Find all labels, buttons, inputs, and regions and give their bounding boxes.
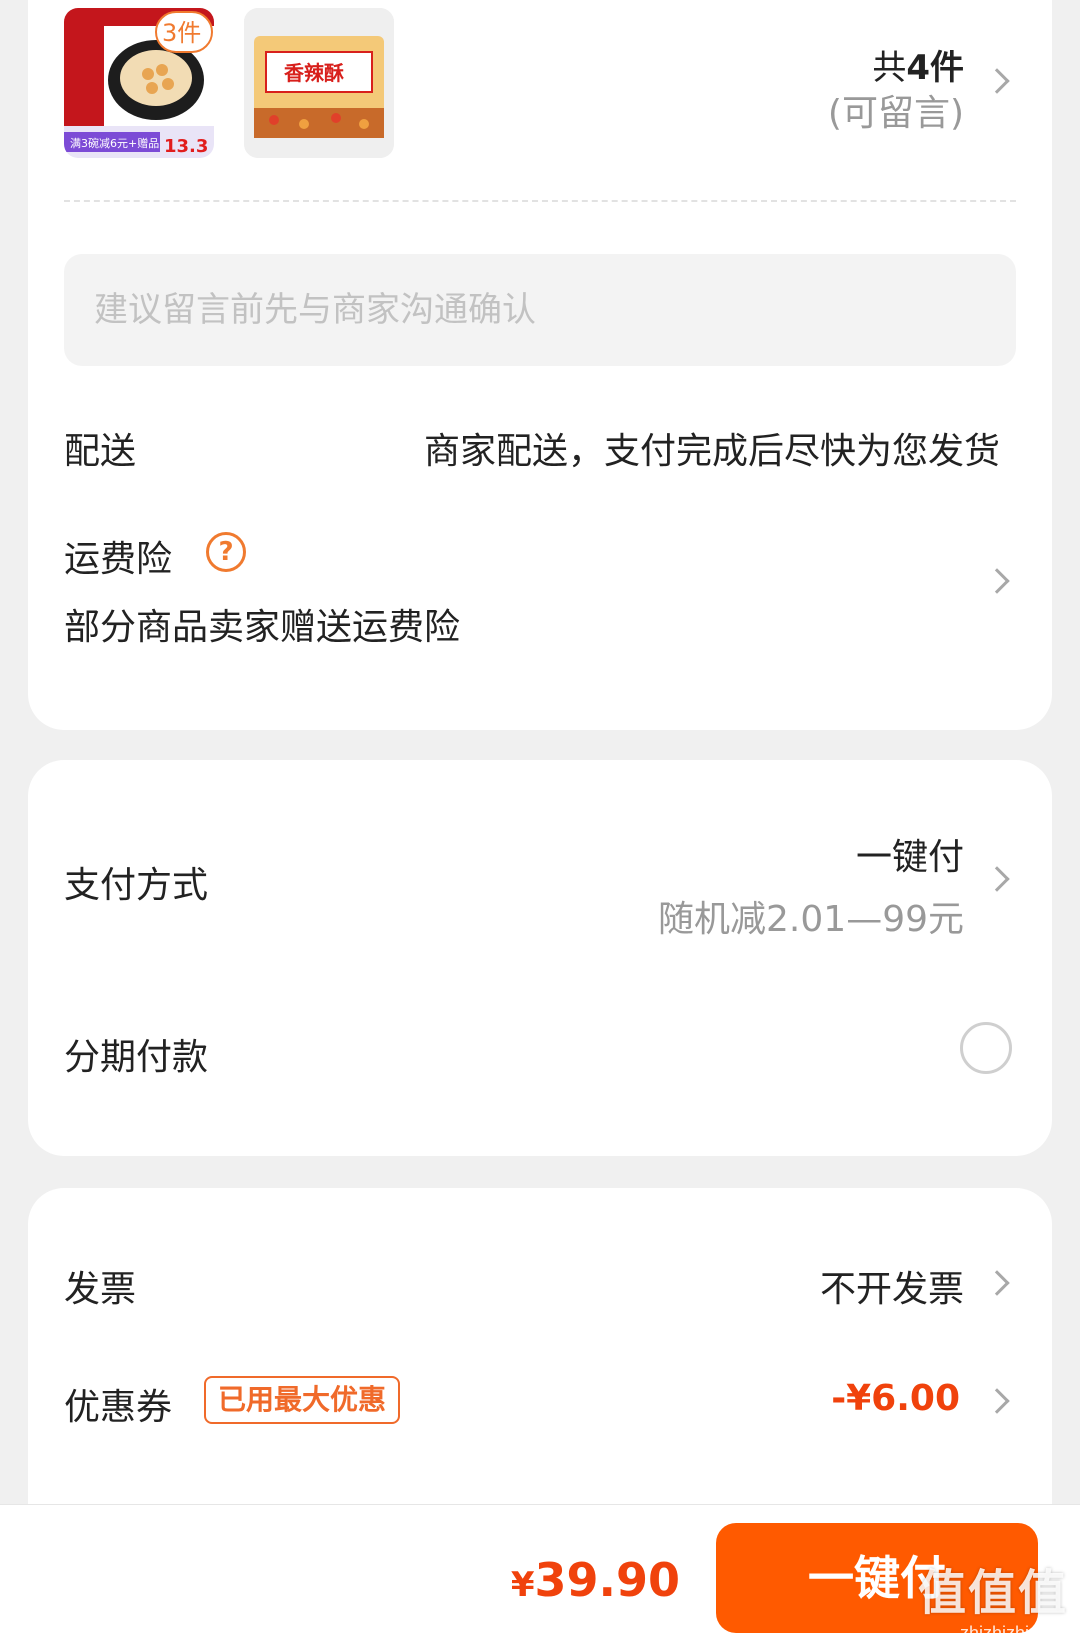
insurance-value: 部分商品卖家赠送运费险 — [64, 607, 461, 648]
currency-symbol: ¥ — [510, 1565, 535, 1605]
leave-note-hint[interactable]: (可留言) — [828, 84, 964, 136]
note-input[interactable]: 建议留言前先与商家沟通确认 — [64, 254, 1016, 366]
installment-label: 分期付款 — [64, 1037, 209, 1078]
total-price: ¥39.90 — [511, 1553, 680, 1607]
watermark-url: zhizhizhi.com — [959, 1623, 1068, 1643]
product-image-2: 香辣酥 — [244, 8, 394, 158]
chevron-right-icon[interactable] — [984, 1388, 1010, 1414]
thumb1-price: 13.3 — [164, 136, 208, 157]
product-thumbnail-1[interactable]: 满3碗减6元+赠品 13.3 3件 — [64, 8, 214, 158]
item-count-prefix: 共 — [872, 48, 907, 88]
chevron-right-icon[interactable] — [984, 866, 1010, 892]
payment-card: 支付方式 一键付 随机减2.01—99元 分期付款 — [28, 760, 1052, 1156]
product-image-1: 满3碗减6元+赠品 13.3 3件 — [64, 8, 214, 158]
help-circle-icon[interactable]: ? — [206, 532, 246, 572]
invoice-label: 发票 — [64, 1269, 137, 1310]
thumb2-label: 香辣酥 — [284, 61, 344, 85]
chevron-right-icon[interactable] — [984, 568, 1010, 594]
coupon-value[interactable]: -¥6.00 — [831, 1378, 960, 1419]
total-amount: 39.90 — [534, 1553, 680, 1607]
invoice-value[interactable]: 不开发票 — [820, 1260, 964, 1312]
delivery-label: 配送 — [64, 431, 137, 472]
order-card: 满3碗减6元+赠品 13.3 3件 香辣酥 共4件 (可留言) 建议留言前先与商… — [28, 0, 1052, 730]
item-count-number: 4件 — [906, 48, 964, 88]
thumb1-tag: 满3碗减6元+赠品 — [70, 136, 159, 150]
delivery-value: 商家配送，支付完成后尽快为您发货 — [423, 431, 1000, 472]
checkout-bar: ¥39.90 一键付 值值值 zhizhizhi.com — [0, 1504, 1080, 1652]
payment-method-promo: 随机减2.01—99元 — [658, 899, 964, 940]
chevron-right-icon[interactable] — [984, 68, 1010, 94]
coupon-label: 优惠券 — [64, 1387, 173, 1428]
divider — [64, 200, 1016, 202]
coupon-tag: 已用最大优惠 — [204, 1376, 401, 1424]
watermark: 值值值 zhizhizhi.com — [918, 1553, 1068, 1644]
installment-radio-unchecked-icon[interactable] — [960, 1022, 1012, 1074]
quantity-badge: 3件 — [162, 19, 201, 47]
insurance-label: 运费险 — [64, 539, 173, 580]
payment-method-label: 支付方式 — [64, 865, 209, 906]
item-count[interactable]: 共4件 — [872, 40, 964, 89]
product-thumbnail-2[interactable]: 香辣酥 — [244, 8, 394, 158]
payment-method-value[interactable]: 一键付 — [856, 828, 964, 880]
chevron-right-icon[interactable] — [984, 1270, 1010, 1296]
watermark-logo: 值值值 — [917, 1567, 1068, 1620]
